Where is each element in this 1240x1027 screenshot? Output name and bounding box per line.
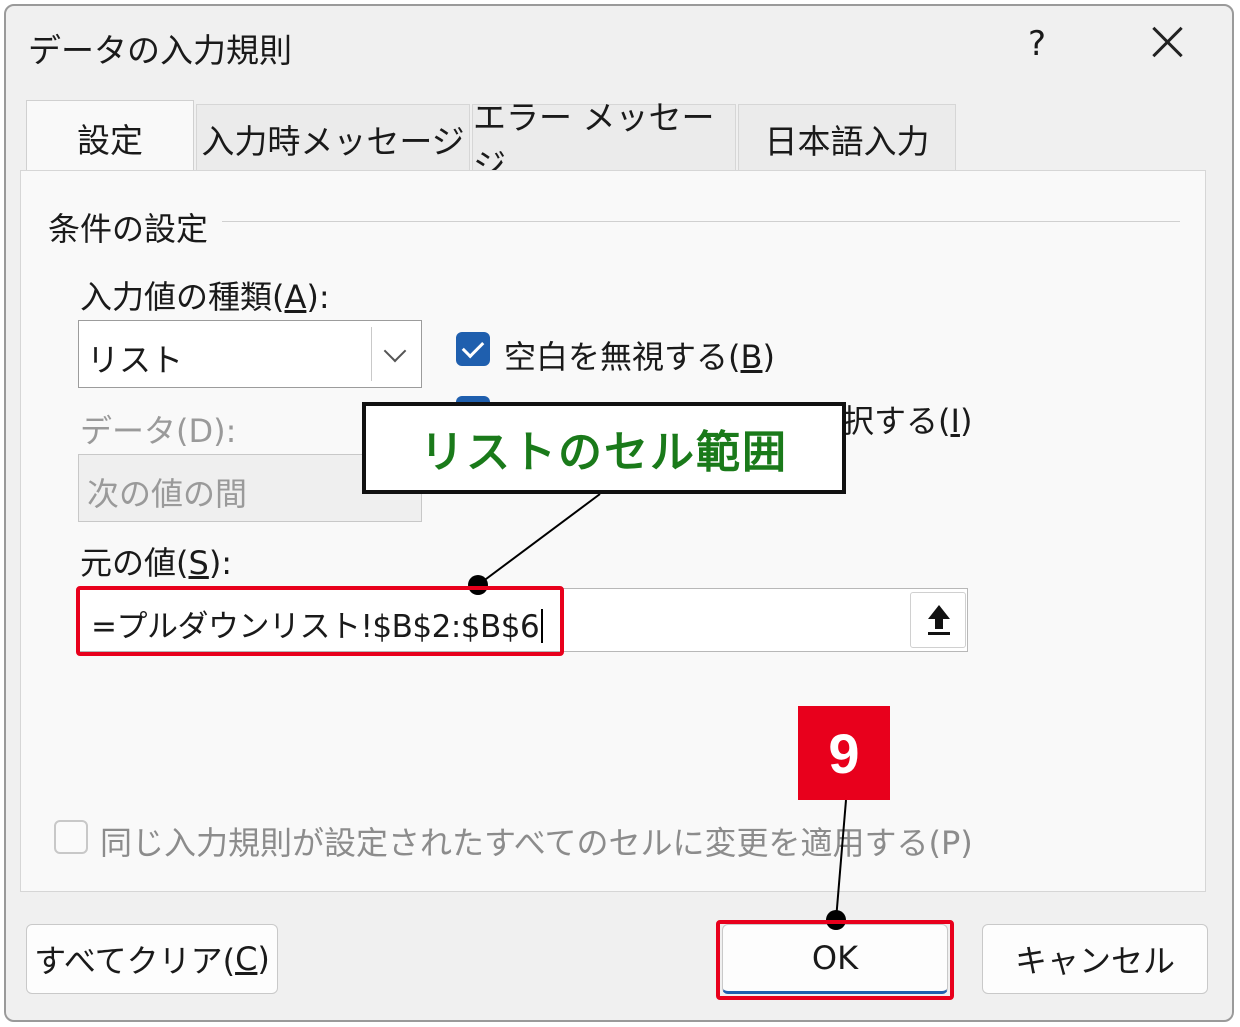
step-number: 9	[828, 721, 860, 785]
step-badge: 9	[798, 706, 890, 800]
callout-box: リストのセル範囲	[362, 402, 846, 494]
ok-highlight-box	[716, 920, 954, 1000]
badge-leader-line	[835, 799, 847, 921]
callout-text: リストのセル範囲	[420, 427, 788, 478]
source-highlight-box	[76, 586, 564, 656]
callout-leader-line	[477, 493, 601, 586]
annotation-leader-lines	[468, 493, 847, 930]
